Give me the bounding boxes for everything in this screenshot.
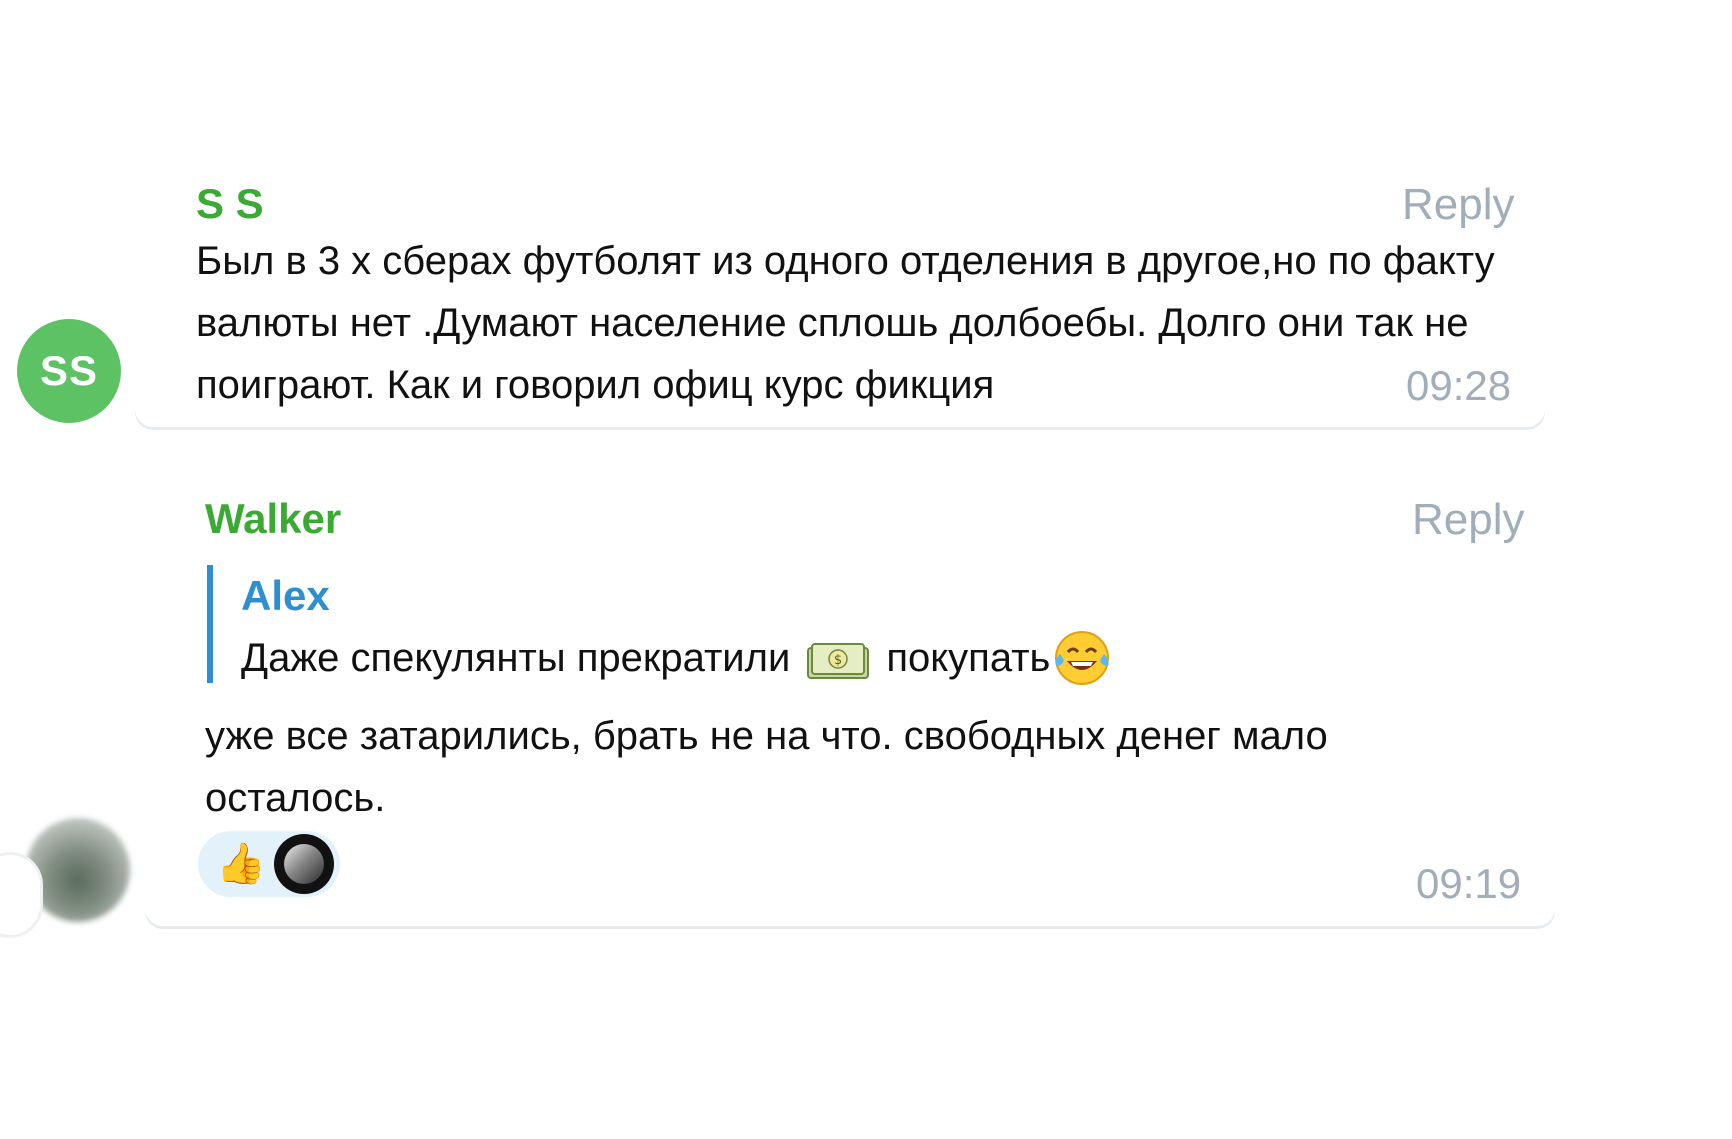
reply-button[interactable]: Reply: [1412, 495, 1525, 545]
message-text: уже все затарились, брать не на что. сво…: [205, 714, 1328, 820]
reactor-avatar: [273, 834, 334, 894]
avatar-ss[interactable]: SS: [17, 319, 121, 423]
thumbs-up-icon: 👍: [216, 842, 266, 886]
message-text: Был в 3 х сберах футболят из одного отде…: [196, 239, 1495, 407]
message-bubble: [145, 478, 1555, 926]
sender-name[interactable]: S S: [196, 180, 264, 228]
money-banknote-icon: $: [806, 638, 870, 679]
message-time: 09:28: [1406, 362, 1512, 409]
reply-button[interactable]: Reply: [1402, 180, 1515, 230]
tears-of-joy-icon: [1052, 628, 1112, 688]
reaction-chip[interactable]: 👍: [198, 831, 340, 897]
avatar-walker[interactable]: [26, 818, 130, 922]
sender-name[interactable]: Walker: [205, 495, 341, 543]
quote-text-after: покупать: [886, 636, 1051, 680]
svg-text:$: $: [834, 653, 842, 668]
quote-text-before: Даже спекулянты прекратили: [241, 636, 791, 680]
quote-author: Alex: [241, 572, 330, 619]
reply-quote[interactable]: Alex Даже спекулянты прекратили $ покупа…: [207, 565, 1112, 685]
quote-text: Даже спекулянты прекратили $ покупать: [241, 627, 1112, 689]
scroll-button[interactable]: [0, 855, 40, 935]
message-time: 09:19: [1416, 860, 1522, 907]
